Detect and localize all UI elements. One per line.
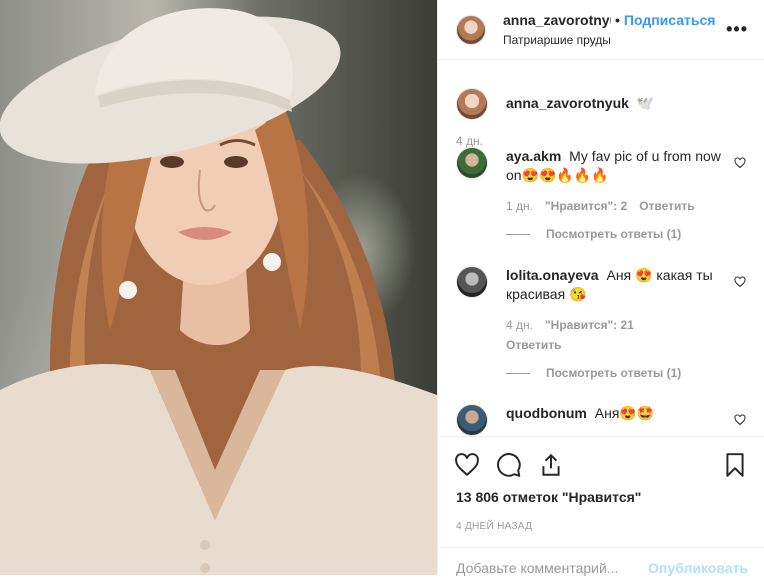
portrait-illustration [0, 8, 437, 575]
comment-username[interactable]: lolita.onayeva [506, 267, 599, 283]
publish-button[interactable]: Опубликовать [648, 560, 748, 576]
post-header: anna_zavorotnyuk • Подписаться Патриарши… [438, 0, 764, 60]
post-dialog: anna_zavorotnyuk • Подписаться Патриарши… [0, 0, 764, 576]
list-item: quodbonum Аня😍🤩 [456, 404, 752, 436]
caption-avatar[interactable] [456, 88, 488, 120]
commenter-avatar[interactable] [456, 266, 488, 298]
heart-outline-icon[interactable] [734, 276, 746, 288]
post-sidebar: anna_zavorotnyuk • Подписаться Патриарши… [438, 0, 764, 576]
add-comment-bar: Опубликовать [438, 547, 764, 587]
author-username[interactable]: anna_zavorotnyuk [503, 12, 611, 28]
view-replies-label: Посмотреть ответы (1) [546, 366, 682, 380]
reply-button[interactable]: Ответить [639, 199, 694, 213]
action-bar [438, 437, 764, 479]
bookmark-icon[interactable] [722, 452, 748, 478]
comment-username[interactable]: quodbonum [506, 405, 587, 421]
post-footer: 13 806 отметок "Нравится" 4 ДНЕЙ НАЗАД О… [438, 436, 764, 576]
commenter-avatar[interactable] [456, 404, 488, 436]
heart-outline-icon[interactable] [734, 414, 746, 426]
replies-line [506, 233, 530, 235]
comment-likes-count[interactable]: "Нравится": 21 [545, 318, 634, 332]
author-avatar[interactable] [456, 14, 486, 45]
comment-text: Аня😍🤩 [594, 405, 655, 421]
more-options-icon[interactable]: ••• [726, 19, 748, 40]
list-item: lolita.onayeva Аня 😍 какая ты красивая 😘… [456, 266, 752, 380]
view-replies-button[interactable]: Посмотреть ответы (1) [506, 227, 752, 241]
caption: anna_zavorotnyuk 🕊️ 4 дн. [456, 88, 752, 148]
comment-username[interactable]: aya.akm [506, 148, 561, 164]
heart-icon[interactable] [454, 452, 480, 478]
comment-actions: 1 дн. "Нравится": 2 Ответить [506, 199, 752, 213]
heart-outline-icon[interactable] [734, 157, 746, 169]
separator-dot: • [615, 12, 620, 28]
comment-actions: 4 дн. "Нравится": 21 Ответить [506, 318, 686, 352]
comment-icon[interactable] [496, 452, 522, 478]
reply-button[interactable]: Ответить [506, 338, 561, 352]
post-location[interactable]: Патриаршие пруды [503, 33, 718, 47]
comment-time[interactable]: 4 дн. [506, 318, 533, 332]
commenter-avatar[interactable] [456, 147, 488, 179]
comment-time[interactable]: 1 дн. [506, 199, 533, 213]
comment-likes-count[interactable]: "Нравится": 2 [545, 199, 627, 213]
share-icon[interactable] [538, 452, 564, 478]
post-timestamp[interactable]: 4 ДНЕЙ НАЗАД [438, 505, 764, 532]
caption-time[interactable]: 4 дн. [456, 134, 483, 148]
follow-button[interactable]: Подписаться [624, 12, 716, 28]
replies-line [506, 372, 530, 374]
view-replies-button[interactable]: Посмотреть ответы (1) [506, 366, 752, 380]
view-replies-label: Посмотреть ответы (1) [546, 227, 682, 241]
comments-list[interactable]: anna_zavorotnyuk 🕊️ 4 дн. aya.akm My fav… [438, 60, 764, 436]
author-meta: anna_zavorotnyuk • Подписаться Патриарши… [503, 12, 718, 47]
list-item: aya.akm My fav pic of u from now on😍😍🔥🔥🔥… [456, 147, 752, 241]
caption-text: 🕊️ [636, 95, 655, 111]
comment-input[interactable] [456, 559, 649, 576]
caption-username[interactable]: anna_zavorotnyuk [506, 95, 629, 111]
caption-actions: 4 дн. [456, 134, 752, 148]
likes-count[interactable]: 13 806 отметок "Нравится" [438, 479, 764, 505]
post-photo[interactable] [0, 0, 437, 575]
